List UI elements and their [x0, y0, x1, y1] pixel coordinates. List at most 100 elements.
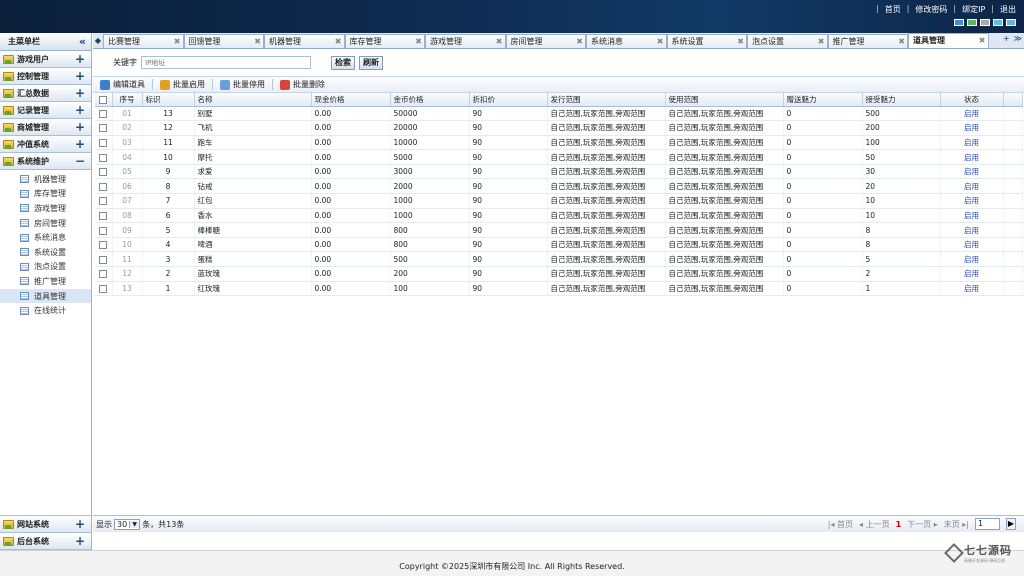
table-row[interactable]: 10 4 啤酒 0.00 800 90 自己范围,玩家范围,旁观范围 自己范围,玩家范围,旁观…	[95, 237, 1023, 253]
table-row[interactable]: 01 13 别墅 0.00 50000 90 自己范围,玩家范围,旁观范围 自己范围,玩家范围…	[95, 106, 1023, 122]
refresh-button[interactable]: 刷新	[359, 55, 383, 70]
home-link[interactable]: 首页	[885, 4, 901, 15]
sidebar-group[interactable]: 记录管理 +	[0, 102, 91, 119]
prev-page-link[interactable]: ◂ 上一页	[859, 519, 890, 530]
bind-ip-link[interactable]: 绑定IP	[962, 4, 985, 15]
sidebar-item[interactable]: 机器管理	[0, 172, 91, 187]
keyword-input[interactable]	[141, 56, 311, 69]
skin-swatch-3[interactable]	[980, 19, 990, 26]
row-checkbox[interactable]	[99, 226, 108, 235]
first-page-link[interactable]: |◂ 首页	[828, 519, 853, 530]
table-row[interactable]: 02 12 飞机 0.00 20000 90 自己范围,玩家范围,旁观范围 自己范围,玩家范围…	[95, 120, 1023, 136]
table-row[interactable]: 08 6 香水 0.00 1000 90 自己范围,玩家范围,旁观范围 自己范围,玩家范围,旁…	[95, 208, 1023, 224]
tab[interactable]: 游戏管理 ✖	[425, 34, 506, 48]
status-link[interactable]: 启用	[940, 251, 1004, 268]
sidebar-group[interactable]: 控制管理 +	[0, 68, 91, 85]
expand-toggle-icon[interactable]: +	[75, 85, 85, 101]
skin-swatch-4[interactable]	[993, 19, 1003, 26]
tab[interactable]: 库存管理 ✖	[344, 34, 425, 48]
search-button[interactable]: 检索	[331, 55, 355, 70]
sidebar-item[interactable]: 推广管理	[0, 274, 91, 289]
close-icon[interactable]: ✖	[335, 35, 342, 48]
edit-item-button[interactable]: 编辑道具	[97, 79, 148, 90]
sidebar-item[interactable]: 泡点设置	[0, 260, 91, 275]
skin-swatch-2[interactable]	[967, 19, 977, 26]
tab-scroll-right-icon[interactable]: ≫	[1014, 34, 1022, 43]
batch-enable-button[interactable]: 批量启用	[157, 79, 208, 90]
sidebar-item[interactable]: 房间管理	[0, 216, 91, 231]
status-link[interactable]: 启用	[940, 266, 1004, 282]
close-icon[interactable]: ✖	[737, 35, 744, 48]
row-checkbox[interactable]	[99, 211, 108, 220]
expand-toggle-icon[interactable]: +	[75, 533, 85, 549]
tab[interactable]: 房间管理 ✖	[505, 34, 586, 48]
row-checkbox[interactable]	[99, 182, 108, 191]
collapse-icon[interactable]: «	[79, 35, 86, 48]
table-row[interactable]: 05 9 求爱 0.00 3000 90 自己范围,玩家范围,旁观范围 自己范围,玩家范围,旁…	[95, 164, 1023, 180]
status-link[interactable]: 启用	[940, 106, 1004, 122]
close-icon[interactable]: ✖	[657, 35, 664, 48]
close-icon[interactable]: ✖	[818, 35, 825, 48]
sidebar-item[interactable]: 库存管理	[0, 187, 91, 202]
sidebar-group[interactable]: 系统维护 −	[0, 153, 91, 170]
tab[interactable]: 系统设置 ✖	[666, 34, 747, 48]
skin-swatch-1[interactable]	[954, 19, 964, 26]
sidebar-group[interactable]: 冲值系统 +	[0, 136, 91, 153]
close-icon[interactable]: ✖	[496, 35, 503, 48]
table-row[interactable]: 13 1 红玫瑰 0.00 100 90 自己范围,玩家范围,旁观范围 自己范围,玩家范围,旁…	[95, 281, 1023, 297]
tab[interactable]: 回馈管理 ✖	[183, 34, 264, 48]
expand-toggle-icon[interactable]: +	[75, 68, 85, 84]
tab[interactable]: 泡点设置 ✖	[747, 34, 828, 48]
tab-scroll-left-icon[interactable]: ◆	[93, 33, 103, 48]
table-row[interactable]: 12 2 蓝玫瑰 0.00 200 90 自己范围,玩家范围,旁观范围 自己范围,玩家范围,旁…	[95, 266, 1023, 282]
row-checkbox[interactable]	[99, 109, 108, 118]
status-link[interactable]: 启用	[940, 193, 1004, 209]
batch-delete-button[interactable]: 批量删除	[277, 79, 328, 90]
status-link[interactable]: 启用	[940, 222, 1004, 238]
batch-disable-button[interactable]: 批量停用	[217, 79, 268, 90]
expand-toggle-icon[interactable]: +	[75, 102, 85, 118]
table-row[interactable]: 06 8 钻戒 0.00 2000 90 自己范围,玩家范围,旁观范围 自己范围,玩家范围,旁…	[95, 178, 1023, 195]
status-link[interactable]: 启用	[940, 237, 1004, 253]
row-checkbox[interactable]	[99, 153, 108, 162]
status-link[interactable]: 启用	[940, 178, 1004, 195]
sidebar-item[interactable]: 系统消息	[0, 230, 91, 245]
row-checkbox[interactable]	[99, 138, 108, 147]
table-row[interactable]: 04 10 摩托 0.00 5000 90 自己范围,玩家范围,旁观范围 自己范围,玩家范围,…	[95, 149, 1023, 165]
tab[interactable]: 系统消息 ✖	[586, 34, 667, 48]
expand-toggle-icon[interactable]: −	[75, 153, 85, 169]
close-icon[interactable]: ✖	[174, 35, 181, 48]
sidebar-group[interactable]: 后台系统 +	[0, 533, 91, 550]
last-page-link[interactable]: 末页 ▸|	[944, 519, 969, 530]
sidebar-item[interactable]: 在线统计	[0, 303, 91, 318]
tab[interactable]: 比赛管理 ✖	[103, 34, 184, 48]
sidebar-group[interactable]: 汇总数据 +	[0, 85, 91, 102]
tab[interactable]: 机器管理 ✖	[264, 34, 345, 48]
go-page-icon[interactable]: ▶	[1006, 518, 1016, 530]
sidebar-item[interactable]: 道具管理	[0, 288, 91, 304]
status-link[interactable]: 启用	[940, 164, 1004, 180]
status-link[interactable]: 启用	[940, 281, 1004, 297]
row-checkbox[interactable]	[99, 197, 108, 206]
expand-toggle-icon[interactable]: +	[75, 136, 85, 152]
close-icon[interactable]: ✖	[979, 34, 986, 47]
logout-link[interactable]: 退出	[1000, 4, 1016, 15]
tab-add-icon[interactable]: +	[1003, 34, 1010, 43]
row-checkbox[interactable]	[99, 270, 108, 279]
table-row[interactable]: 07 7 红包 0.00 1000 90 自己范围,玩家范围,旁观范围 自己范围,玩家范围,旁…	[95, 193, 1023, 209]
tab[interactable]: 推广管理 ✖	[827, 34, 908, 48]
table-row[interactable]: 11 3 蛋糕 0.00 500 90 自己范围,玩家范围,旁观范围 自己范围,玩家范围,旁观…	[95, 251, 1023, 268]
table-row[interactable]: 03 11 跑车 0.00 10000 90 自己范围,玩家范围,旁观范围 自己范围,玩家范围…	[95, 135, 1023, 151]
skin-swatch-5[interactable]	[1006, 19, 1016, 26]
sidebar-item[interactable]: 游戏管理	[0, 201, 91, 216]
close-icon[interactable]: ✖	[415, 35, 422, 48]
sidebar-group[interactable]: 网站系统 +	[0, 516, 91, 533]
change-password-link[interactable]: 修改密码	[915, 4, 947, 15]
close-icon[interactable]: ✖	[898, 35, 905, 48]
sidebar-group[interactable]: 商城管理 +	[0, 119, 91, 136]
row-checkbox[interactable]	[99, 168, 108, 177]
expand-toggle-icon[interactable]: +	[75, 51, 85, 67]
page-number-input[interactable]: 1	[975, 518, 1000, 530]
expand-toggle-icon[interactable]: +	[75, 516, 85, 532]
sidebar-group[interactable]: 游戏用户 +	[0, 51, 91, 68]
